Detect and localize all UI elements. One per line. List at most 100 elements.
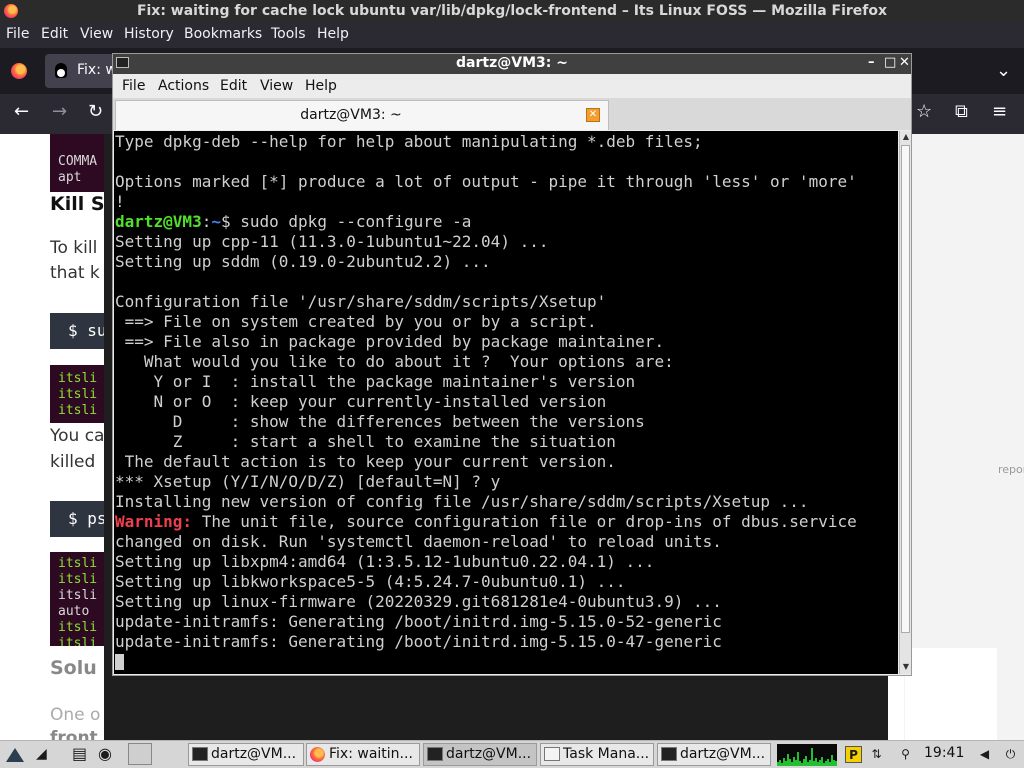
section-heading: Kill S <box>50 193 105 215</box>
code-block: itsli itsli itsli auto itsli itsli <box>50 552 108 646</box>
paragraph-line: One o <box>50 705 101 725</box>
terminal-line: Setting up libxpm4:amd64 (1:3.5.12-1ubun… <box>115 552 655 571</box>
warning-message: The unit file, source configuration file… <box>192 512 857 531</box>
term-menu-view[interactable]: View <box>260 78 293 94</box>
terminal-line: ==> File on system created by you or by … <box>115 312 597 331</box>
back-icon[interactable]: ← <box>14 101 29 122</box>
search-icon[interactable]: ⚲ <box>897 746 914 763</box>
terminal-line: What would you like to do about it ? You… <box>115 352 674 371</box>
terminal-line: Installing new version of config file /u… <box>115 492 809 511</box>
taskbar-terminal-2[interactable]: dartz@VM... <box>423 743 537 766</box>
terminal-line: N or O : keep your currently-installed v… <box>115 392 607 411</box>
bookmark-star-icon[interactable]: ☆ <box>916 101 932 122</box>
ff-menu-view[interactable]: View <box>80 26 113 42</box>
term-menu-file[interactable]: File <box>122 78 145 94</box>
terminal-cursor-line <box>114 652 898 672</box>
prompt-command: sudo dpkg --configure -a <box>240 212 472 231</box>
terminal-output[interactable]: Type dpkg-deb --help for help about mani… <box>114 131 898 674</box>
terminal-line: Z : start a shell to examine the situati… <box>115 432 616 451</box>
firefox-icon <box>310 747 325 762</box>
terminal-line: Options marked [*] produce a lot of outp… <box>115 172 857 191</box>
code-block: COMMA apt <box>50 134 108 192</box>
clipboard-icon[interactable]: P <box>845 746 862 763</box>
paragraph-line: killed <box>50 452 96 472</box>
ff-menu-history[interactable]: History <box>124 26 174 42</box>
network-icon[interactable]: ⇅ <box>868 746 885 763</box>
terminal-line: Type dpkg-deb --help for help about mani… <box>115 132 703 151</box>
section-heading: Solu <box>50 657 97 679</box>
hamburger-menu-icon[interactable]: ≡ <box>992 101 1007 122</box>
term-menu-edit[interactable]: Edit <box>220 78 247 94</box>
terminal-line: D : show the differences between the ver… <box>115 412 645 431</box>
terminal-line: update-initramfs: Generating /boot/initr… <box>115 612 722 631</box>
terminal-line: ! <box>115 192 125 211</box>
firefox-icon <box>4 4 18 18</box>
extensions-icon[interactable]: ⧉ <box>955 101 968 122</box>
paragraph-line: that k <box>50 263 100 283</box>
taskbar-task-manager[interactable]: Task Mana... <box>540 743 654 766</box>
terminal-line: The default action is to keep your curre… <box>115 452 616 471</box>
volume-icon[interactable]: ◀ <box>976 746 993 763</box>
terminal-window-title: dartz@VM3: ~ <box>456 55 568 71</box>
prompt-separator: : <box>201 212 212 231</box>
terminal-icon <box>427 747 443 761</box>
ff-menu-file[interactable]: File <box>6 26 29 42</box>
close-button[interactable]: ✕ <box>899 54 910 72</box>
terminal-icon[interactable] <box>128 743 152 765</box>
term-menu-help[interactable]: Help <box>305 78 337 94</box>
warning-label: Warning: <box>115 512 193 531</box>
terminal-line: update-initramfs: Generating /boot/initr… <box>115 632 722 651</box>
maximize-button[interactable]: □ <box>884 54 896 72</box>
reload-icon[interactable]: ↻ <box>88 101 103 122</box>
firefox-menubar: File Edit View History Bookmarks Tools H… <box>0 22 1024 48</box>
paragraph-line: To kill <box>50 238 98 258</box>
report-link[interactable]: repor <box>998 463 1024 476</box>
paragraph-line: You ca <box>50 426 105 446</box>
chevron-down-icon[interactable]: ⌄ <box>996 60 1011 81</box>
file-manager-icon[interactable]: ▤ <box>72 744 94 766</box>
term-menu-actions[interactable]: Actions <box>158 78 209 94</box>
ff-menu-help[interactable]: Help <box>317 26 349 42</box>
firefox-window-title: Fix: waiting for cache lock ubuntu var/l… <box>0 0 1024 22</box>
terminal-line: Setting up linux-firmware (20220329.git6… <box>115 592 722 611</box>
terminal-line: Setting up libkworkspace5-5 (4:5.24.7-0u… <box>115 572 626 591</box>
command-block: $ su <box>50 313 110 349</box>
ff-menu-edit[interactable]: Edit <box>41 26 68 42</box>
taskbar-terminal-3[interactable]: dartz@VM... <box>657 743 771 766</box>
webpage-sidebar-box <box>905 648 997 740</box>
task-manager-icon <box>544 747 560 761</box>
taskbar-terminal-1[interactable]: dartz@VM... <box>188 743 304 766</box>
launcher-icon[interactable] <box>2 744 30 766</box>
minimize-button[interactable]: – <box>868 54 875 72</box>
background-terminal-bottom <box>104 676 888 740</box>
prompt-path: ~ <box>211 212 221 231</box>
firefox-icon <box>11 63 27 79</box>
terminal-icon <box>192 747 208 761</box>
ff-menu-bookmarks[interactable]: Bookmarks <box>184 26 262 42</box>
terminal-line: changed on disk. Run 'systemctl daemon-r… <box>115 532 722 551</box>
cpu-graph-icon <box>777 744 837 766</box>
power-icon[interactable]: ⏻ <box>1002 746 1019 763</box>
ff-menu-tools[interactable]: Tools <box>271 26 306 42</box>
scroll-down-icon[interactable]: ▼ <box>901 661 911 673</box>
show-desktop-icon[interactable]: ◢ <box>36 746 58 768</box>
terminal-tab[interactable]: dartz@VM3: ~ ✕ <box>115 100 609 130</box>
clock[interactable]: 19:41 <box>924 745 964 761</box>
cpu-graph-bar <box>835 761 837 766</box>
firefox-tab[interactable]: Fix: w <box>45 54 117 88</box>
scrollbar-thumb[interactable] <box>901 145 910 633</box>
browser-icon[interactable]: ◉ <box>98 744 120 766</box>
firefox-tab-title: Fix: w <box>77 62 117 78</box>
text-cursor <box>115 654 124 670</box>
terminal-scrollbar[interactable]: ▲ ▼ <box>899 131 911 674</box>
taskbar-firefox[interactable]: Fix: waitin... <box>306 743 420 766</box>
command-block: $ ps <box>50 501 110 537</box>
forward-icon[interactable]: → <box>52 101 67 122</box>
close-tab-icon[interactable]: ✕ <box>586 108 600 122</box>
terminal-menubar: File Actions Edit View Help <box>113 74 911 98</box>
terminal-titlebar[interactable]: dartz@VM3: ~ – □ ✕ <box>113 54 911 74</box>
terminal-tabbar: dartz@VM3: ~ ✕ <box>113 98 911 130</box>
terminal-window: dartz@VM3: ~ – □ ✕ File Actions Edit Vie… <box>112 53 912 676</box>
scroll-up-icon[interactable]: ▲ <box>901 131 911 143</box>
